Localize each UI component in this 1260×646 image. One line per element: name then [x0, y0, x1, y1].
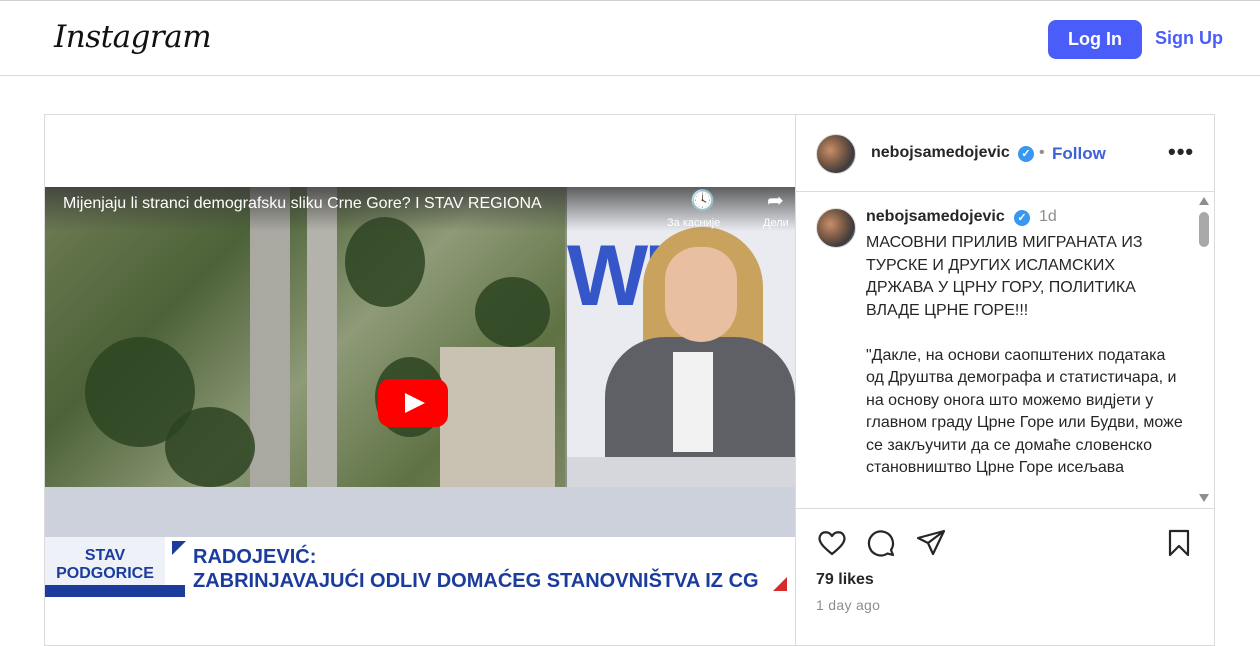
avatar[interactable] — [816, 134, 856, 174]
play-icon — [405, 393, 425, 413]
username[interactable]: nebojsamedojevic — [871, 144, 1010, 162]
follow-button[interactable]: Follow — [1052, 144, 1106, 164]
road — [307, 187, 337, 487]
login-button[interactable]: Log In — [1048, 20, 1142, 59]
road — [250, 187, 290, 487]
show-name-text: STAV PODGORICE — [56, 547, 154, 582]
video-title[interactable]: Mijenjaju li stranci demografsku sliku C… — [63, 195, 542, 213]
bookmark-icon[interactable] — [1163, 527, 1195, 559]
likes-count[interactable]: 79 likes — [816, 571, 874, 589]
tree — [165, 407, 255, 487]
signup-link[interactable]: Sign Up — [1155, 28, 1223, 49]
caption-text: МАСОВНИ ПРИЛИВ МИГРАНАТА ИЗ ТУРСКЕ И ДРУ… — [866, 234, 1183, 476]
lower-third-headline: RADOJEVIĆ: ZABRINJAVAJUĆI ODLIV DOMAĆEG … — [193, 545, 759, 593]
aerial-city-image — [45, 187, 565, 487]
caption-area[interactable]: nebojsamedojevic ✓ 1d МАСОВНИ ПРИЛИВ МИГ… — [796, 192, 1215, 508]
post-header: nebojsamedojevic ✓ • Follow ••• — [796, 115, 1215, 192]
show-name-underline — [45, 585, 185, 597]
presenter-shirt — [673, 352, 713, 452]
presenter-face — [665, 247, 737, 342]
parking-lot — [440, 347, 555, 487]
post-media: WM Mijenjaju li stranci demografsku slik… — [45, 115, 795, 645]
top-navigation: Instagram Log In Sign Up — [0, 1, 1260, 76]
studio-desk — [567, 457, 795, 487]
video-thumbnail[interactable]: WM Mijenjaju li stranci demografsku slik… — [45, 187, 795, 599]
youtube-play-button[interactable] — [378, 379, 448, 427]
watch-later-label[interactable]: За касније — [667, 217, 720, 229]
post-timestamp[interactable]: 1 day ago — [816, 597, 880, 613]
verified-badge-icon: ✓ — [1014, 210, 1030, 226]
headline-line-2: ZABRINJAVAJUĆI ODLIV DOMAĆEG STANOVNIŠTV… — [193, 570, 759, 592]
send-icon[interactable] — [915, 527, 947, 559]
caption-avatar[interactable] — [816, 208, 856, 248]
post-time-short[interactable]: 1d — [1039, 208, 1057, 226]
comment-icon[interactable] — [865, 527, 897, 559]
chevron-decoration — [172, 541, 186, 555]
verified-badge-icon: ✓ — [1018, 146, 1034, 162]
share-arrow-icon[interactable]: ➦ — [767, 188, 784, 213]
separator-dot: • — [1039, 144, 1045, 161]
post-actions: 79 likes 1 day ago — [796, 508, 1215, 646]
video-title-bar: Mijenjaju li stranci demografsku sliku C… — [45, 187, 795, 231]
post-container: WM Mijenjaju li stranci demografsku slik… — [44, 114, 1215, 646]
post-sidebar: nebojsamedojevic ✓ • Follow ••• nebojsam… — [795, 115, 1215, 645]
share-label[interactable]: Дели — [763, 217, 789, 229]
scroll-thumb[interactable] — [1199, 212, 1209, 247]
caption-scrollbar[interactable] — [1196, 192, 1212, 508]
more-options-icon[interactable]: ••• — [1168, 139, 1194, 165]
headline-line-1: RADOJEVIĆ: — [193, 546, 317, 568]
lower-third: STAV PODGORICE RADOJEVIĆ: ZABRINJAVAJUĆI… — [45, 537, 795, 599]
scroll-up-arrow-icon[interactable] — [1199, 197, 1209, 205]
tree — [475, 277, 550, 347]
heart-icon[interactable] — [816, 527, 848, 559]
caption-username[interactable]: nebojsamedojevic — [866, 208, 1005, 226]
scroll-down-arrow-icon[interactable] — [1199, 494, 1209, 502]
red-corner-decoration — [773, 577, 787, 591]
video-band — [45, 487, 795, 543]
watch-later-icon[interactable]: 🕓 — [690, 188, 715, 213]
instagram-logo[interactable]: Instagram — [54, 19, 212, 55]
